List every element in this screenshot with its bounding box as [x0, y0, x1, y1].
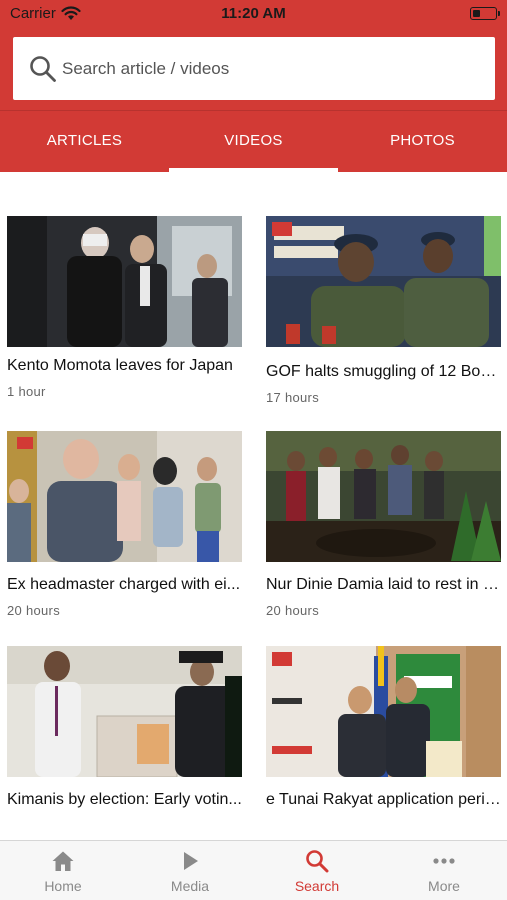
nav-more-label: More	[428, 878, 460, 894]
video-card[interactable]: GOF halts smuggling of 12 Boe... 17 hour…	[266, 216, 501, 405]
headmaster-court-photo	[7, 431, 242, 562]
tab-articles[interactable]: ARTICLES	[0, 111, 169, 173]
e-tunai-press-conference-photo	[266, 646, 501, 777]
video-title[interactable]: e Tunai Rakyat application perio...	[266, 791, 501, 809]
video-thumbnail[interactable]	[266, 646, 501, 777]
video-title[interactable]: Ex headmaster charged with ei...	[7, 576, 242, 594]
nav-search-label: Search	[294, 878, 340, 894]
status-time: 11:20 AM	[221, 5, 286, 22]
video-card[interactable]: Kento Momota leaves for Japan 1 hour	[7, 216, 242, 399]
video-thumbnail[interactable]	[266, 216, 501, 347]
nav-home-label: Home	[44, 878, 82, 894]
gof-officers-press-photo	[266, 216, 501, 347]
video-thumbnail[interactable]	[7, 431, 242, 562]
momota-airport-photo	[7, 216, 242, 347]
video-time: 1 hour	[7, 384, 46, 399]
tab-videos[interactable]: VIDEOS	[169, 111, 338, 173]
video-time: 17 hours	[266, 390, 319, 405]
video-thumbnail[interactable]	[7, 646, 242, 777]
video-title[interactable]: Kimanis by election: Early votin...	[7, 791, 242, 809]
selected-tab-indicator	[169, 168, 338, 172]
nav-media[interactable]: Media	[127, 841, 253, 900]
early-voting-ballot-photo	[7, 646, 242, 777]
status-bar: Carrier 11:20 AM	[0, 0, 507, 30]
search-icon	[30, 56, 56, 82]
video-title[interactable]: Kento Momota leaves for Japan	[7, 357, 242, 375]
video-time: 20 hours	[266, 603, 319, 618]
video-card[interactable]: e Tunai Rakyat application perio...	[266, 646, 501, 818]
battery-icon	[470, 7, 500, 20]
nav-home[interactable]: Home	[0, 841, 126, 900]
video-card[interactable]: Kimanis by election: Early votin...	[7, 646, 242, 818]
search-icon	[306, 850, 329, 873]
search-bar[interactable]	[13, 37, 495, 100]
search-input[interactable]	[62, 47, 482, 91]
video-thumbnail[interactable]	[7, 216, 242, 347]
nav-media-label: Media	[170, 878, 210, 894]
tab-photos[interactable]: PHOTOS	[338, 111, 507, 173]
content-tabs: ARTICLES VIDEOS PHOTOS	[0, 110, 507, 172]
home-icon	[52, 851, 74, 871]
bottom-tab-bar: Home Media Search More	[0, 840, 507, 900]
more-dots-icon	[433, 858, 455, 864]
play-icon	[184, 852, 198, 870]
app-header: Carrier 11:20 AM ARTICLES VIDEOS PHOTOS	[0, 0, 507, 172]
burial-crowd-photo	[266, 431, 501, 562]
video-card[interactable]: Ex headmaster charged with ei... 20 hour…	[7, 431, 242, 618]
video-card[interactable]: Nur Dinie Damia laid to rest in P... 20 …	[266, 431, 501, 618]
video-thumbnail[interactable]	[266, 431, 501, 562]
video-title[interactable]: Nur Dinie Damia laid to rest in P...	[266, 576, 501, 594]
nav-search[interactable]: Search	[254, 841, 380, 900]
video-title[interactable]: GOF halts smuggling of 12 Boe...	[266, 363, 501, 381]
nav-more[interactable]: More	[381, 841, 507, 900]
video-time: 20 hours	[7, 603, 60, 618]
